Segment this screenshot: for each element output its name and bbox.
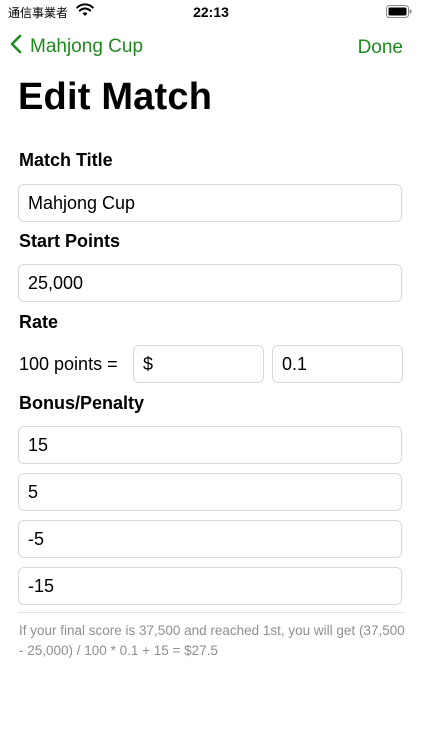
bonus-3rd-input[interactable] <box>18 520 402 558</box>
back-button[interactable]: Mahjong Cup <box>10 34 143 60</box>
status-bar: 通信事業者 22:13 <box>0 0 422 24</box>
battery-icon <box>386 5 412 21</box>
done-button[interactable]: Done <box>358 37 403 59</box>
back-button-label: Mahjong Cup <box>30 36 144 57</box>
page-title: Edit Match <box>18 76 213 118</box>
rate-label: Rate <box>19 312 59 332</box>
bonus-1st-input[interactable] <box>18 426 402 464</box>
rate-amount-input[interactable] <box>272 345 403 383</box>
divider <box>18 612 404 613</box>
match-title-label: Match Title <box>19 150 113 170</box>
status-time: 22:13 <box>193 4 229 20</box>
bonus-2nd-input[interactable] <box>18 473 402 511</box>
match-title-input[interactable] <box>18 184 402 222</box>
rate-prefix-label: 100 points = <box>19 354 118 374</box>
example-calculation-note: If your final score is 37,500 and reache… <box>19 623 405 658</box>
chevron-left-icon <box>10 34 30 60</box>
navigation-bar: Mahjong Cup Done <box>0 30 422 66</box>
bonus-penalty-label: Bonus/Penalty <box>19 393 145 413</box>
start-points-input[interactable] <box>18 264 402 302</box>
rate-currency-input[interactable] <box>133 345 264 383</box>
bonus-4th-input[interactable] <box>18 567 402 605</box>
start-points-label: Start Points <box>19 231 121 251</box>
